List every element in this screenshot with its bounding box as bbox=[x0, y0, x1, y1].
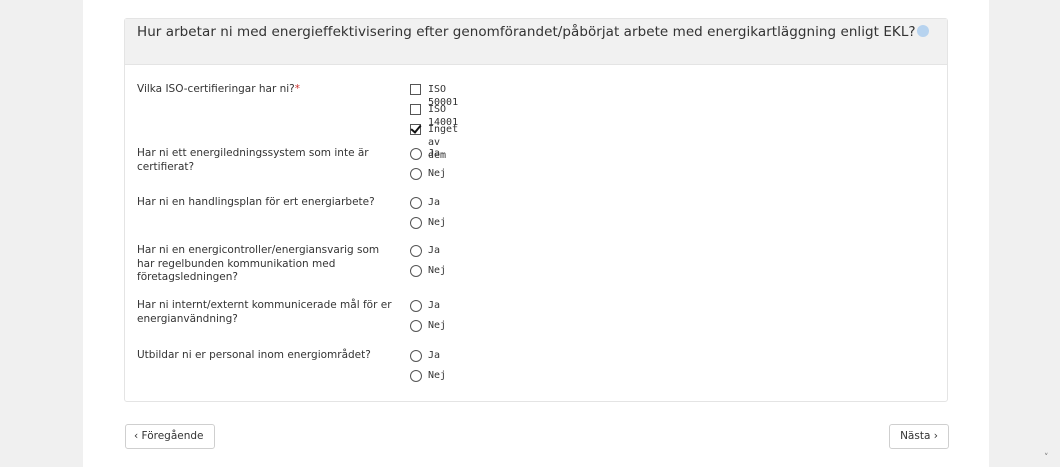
radio-button[interactable] bbox=[410, 300, 422, 312]
question-label: Har ni en energicontroller/energiansvari… bbox=[137, 244, 380, 283]
radio-button[interactable] bbox=[410, 320, 422, 332]
radio-label[interactable]: Nej bbox=[428, 167, 446, 180]
radio-button[interactable] bbox=[410, 245, 422, 257]
checkbox[interactable] bbox=[410, 104, 421, 115]
radio-label[interactable]: Nej bbox=[428, 319, 446, 332]
previous-button[interactable]: ‹ Föregående bbox=[125, 424, 215, 449]
radio-label[interactable]: Nej bbox=[428, 264, 446, 277]
radio-label[interactable]: Nej bbox=[428, 216, 446, 229]
radio-label[interactable]: Ja bbox=[428, 299, 440, 312]
scroll-down-icon[interactable]: ˅ bbox=[1044, 453, 1054, 463]
required-mark: * bbox=[294, 83, 301, 95]
info-icon[interactable] bbox=[916, 25, 929, 37]
question-label: Vilka ISO-certifieringar har ni?* bbox=[137, 83, 397, 97]
page: Hur arbetar ni med energieffektivisering… bbox=[83, 0, 989, 467]
question-label: Har ni internt/externt kommunicerade mål… bbox=[137, 299, 392, 325]
radio-label[interactable]: Ja bbox=[428, 147, 440, 160]
next-button[interactable]: Nästa › bbox=[889, 424, 949, 449]
radio-button[interactable] bbox=[410, 148, 422, 160]
radio-label[interactable]: Ja bbox=[428, 349, 440, 362]
radio-button[interactable] bbox=[410, 197, 422, 209]
panel-header: Hur arbetar ni med energieffektivisering… bbox=[125, 19, 947, 65]
radio-button[interactable] bbox=[410, 350, 422, 362]
question-label: Har ni en handlingsplan för ert energiar… bbox=[137, 196, 375, 208]
radio-label[interactable]: Ja bbox=[428, 196, 440, 209]
radio-button[interactable] bbox=[410, 370, 422, 382]
panel-title: Hur arbetar ni med energieffektivisering… bbox=[137, 25, 935, 40]
radio-label[interactable]: Nej bbox=[428, 369, 446, 382]
question-label: Utbildar ni er personal inom energiområd… bbox=[137, 349, 371, 361]
radio-button[interactable] bbox=[410, 217, 422, 229]
checkbox-checked[interactable] bbox=[410, 124, 421, 135]
question-label: Har ni ett energiledningssystem som inte… bbox=[137, 147, 369, 173]
panel-title-text: Hur arbetar ni med energieffektivisering… bbox=[137, 24, 916, 40]
question-label-text: Vilka ISO-certifieringar har ni? bbox=[137, 83, 295, 95]
radio-button[interactable] bbox=[410, 265, 422, 277]
checkbox[interactable] bbox=[410, 84, 421, 95]
radio-button[interactable] bbox=[410, 168, 422, 180]
question-panel: Hur arbetar ni med energieffektivisering… bbox=[124, 18, 948, 402]
radio-label[interactable]: Ja bbox=[428, 244, 440, 257]
